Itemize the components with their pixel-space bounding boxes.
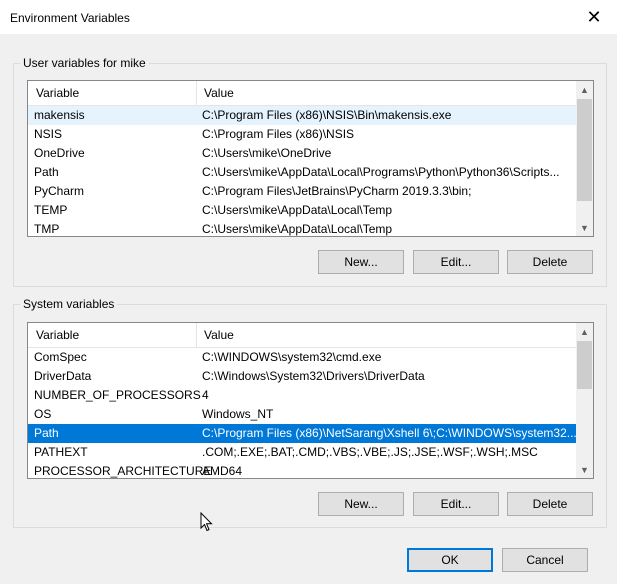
value-cell: .COM;.EXE;.BAT;.CMD;.VBS;.VBE;.JS;.JSE;.… [202, 445, 538, 459]
value-cell: C:\Program Files (x86)\NetSarang\Xshell … [202, 426, 576, 440]
user-delete-button[interactable]: Delete [507, 250, 593, 274]
variable-cell: NSIS [34, 127, 63, 141]
value-cell: C:\Users\mike\AppData\Local\Temp [202, 203, 393, 217]
vertical-scrollbar[interactable]: ▲ ▼ [576, 323, 593, 478]
value-cell: C:\Program Files (x86)\NSIS\Bin\makensis… [202, 108, 452, 122]
scrollbar-thumb[interactable] [577, 99, 592, 201]
system-variables-label: System variables [20, 297, 118, 311]
table-row[interactable]: PROCESSOR_ARCHITECTURE AMD64 [28, 462, 576, 478]
value-cell: C:\Users\mike\OneDrive [202, 146, 332, 160]
variable-cell: Path [34, 165, 59, 179]
table-row[interactable]: OneDrive C:\Users\mike\OneDrive [28, 144, 576, 163]
cancel-button[interactable]: Cancel [502, 548, 588, 572]
ok-button[interactable]: OK [407, 548, 493, 572]
close-icon: ✕ [586, 6, 602, 27]
column-header-variable[interactable]: Variable [30, 81, 79, 105]
user-new-button[interactable]: New... [318, 250, 404, 274]
variable-cell: Path [34, 426, 59, 440]
variable-cell: TMP [34, 222, 60, 236]
table-row[interactable]: NSIS C:\Program Files (x86)\NSIS [28, 125, 576, 144]
mouse-pointer-icon [200, 512, 213, 532]
window-title: Environment Variables [10, 11, 130, 25]
close-button[interactable]: ✕ [571, 0, 617, 34]
vertical-scrollbar[interactable]: ▲ ▼ [576, 81, 593, 236]
variable-cell: NUMBER_OF_PROCESSORS [34, 388, 201, 402]
value-cell: C:\Windows\System32\Drivers\DriverData [202, 369, 425, 383]
user-edit-button[interactable]: Edit... [413, 250, 499, 274]
value-cell: C:\Users\mike\AppData\Local\Programs\Pyt… [202, 165, 560, 179]
list-rows: makensis C:\Program Files (x86)\NSIS\Bin… [28, 106, 576, 236]
variable-cell: PATHEXT [34, 445, 88, 459]
chevron-up-icon[interactable]: ▲ [576, 323, 593, 340]
variable-cell: OneDrive [34, 146, 85, 160]
column-header-variable[interactable]: Variable [30, 323, 79, 347]
value-cell: 4 [202, 388, 209, 402]
variable-cell: ComSpec [34, 350, 87, 364]
value-cell: AMD64 [202, 464, 243, 478]
table-row[interactable]: TEMP C:\Users\mike\AppData\Local\Temp [28, 201, 576, 220]
value-cell: C:\Program Files\JetBrains\PyCharm 2019.… [202, 184, 472, 198]
table-row[interactable]: PATHEXT .COM;.EXE;.BAT;.CMD;.VBS;.VBE;.J… [28, 443, 576, 462]
variable-cell: OS [34, 407, 52, 421]
table-row[interactable]: TMP C:\Users\mike\AppData\Local\Temp [28, 220, 576, 236]
column-header-value[interactable]: Value [198, 81, 234, 105]
value-cell: Windows_NT [202, 407, 274, 421]
table-row[interactable]: makensis C:\Program Files (x86)\NSIS\Bin… [28, 106, 576, 125]
value-cell: C:\Users\mike\AppData\Local\Temp [202, 222, 393, 236]
variable-cell: makensis [34, 108, 85, 122]
table-row[interactable]: NUMBER_OF_PROCESSORS 4 [28, 386, 576, 405]
variable-cell: PyCharm [34, 184, 85, 198]
user-variables-list[interactable]: Variable Value makensis C:\Program Files… [27, 80, 594, 237]
column-separator[interactable] [196, 81, 197, 105]
table-row[interactable]: DriverData C:\Windows\System32\Drivers\D… [28, 367, 576, 386]
table-row[interactable]: PyCharm C:\Program Files\JetBrains\PyCha… [28, 182, 576, 201]
system-edit-button[interactable]: Edit... [413, 492, 499, 516]
variable-cell: TEMP [34, 203, 68, 217]
variable-cell: PROCESSOR_ARCHITECTURE [34, 464, 212, 478]
system-new-button[interactable]: New... [318, 492, 404, 516]
table-row-selected[interactable]: Path C:\Program Files (x86)\NetSarang\Xs… [28, 424, 576, 443]
chevron-down-icon[interactable]: ▼ [576, 461, 593, 478]
column-header-value[interactable]: Value [198, 323, 234, 347]
value-cell: C:\WINDOWS\system32\cmd.exe [202, 350, 382, 364]
table-row[interactable]: ComSpec C:\WINDOWS\system32\cmd.exe [28, 348, 576, 367]
user-variables-label: User variables for mike [20, 56, 149, 70]
scrollbar-thumb[interactable] [577, 341, 592, 389]
column-separator[interactable] [196, 323, 197, 347]
table-row[interactable]: Path C:\Users\mike\AppData\Local\Program… [28, 163, 576, 182]
system-variables-list[interactable]: Variable Value ComSpec C:\WINDOWS\system… [27, 322, 594, 479]
title-bar: Environment Variables ✕ [0, 0, 617, 34]
chevron-down-icon[interactable]: ▼ [576, 219, 593, 236]
list-header: Variable Value [28, 81, 576, 106]
list-header: Variable Value [28, 323, 576, 348]
system-delete-button[interactable]: Delete [507, 492, 593, 516]
table-row[interactable]: OS Windows_NT [28, 405, 576, 424]
list-rows: ComSpec C:\WINDOWS\system32\cmd.exe Driv… [28, 348, 576, 478]
variable-cell: DriverData [34, 369, 92, 383]
chevron-up-icon[interactable]: ▲ [576, 81, 593, 98]
value-cell: C:\Program Files (x86)\NSIS [202, 127, 355, 141]
